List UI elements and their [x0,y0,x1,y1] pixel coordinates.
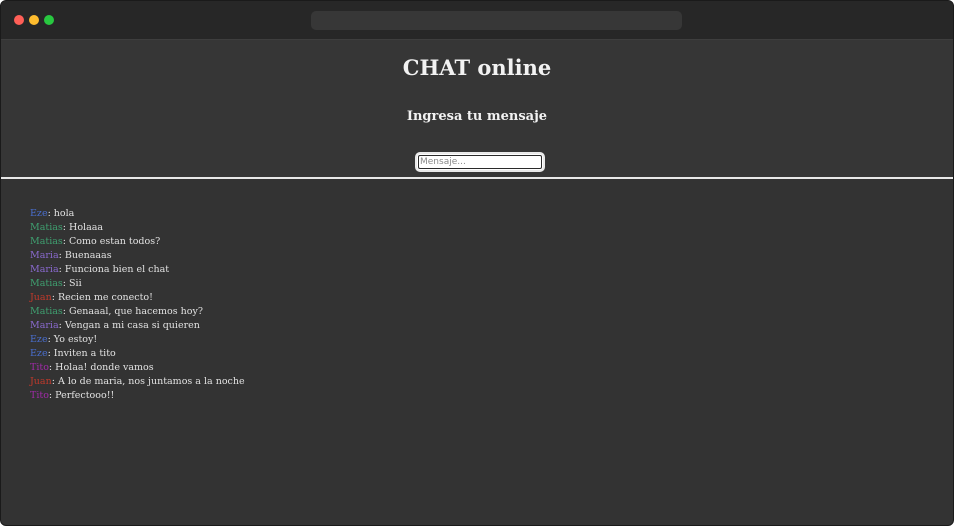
message-text: Funciona bien el chat [64,264,170,275]
chat-message: Tito: Perfectooo!! [30,389,245,403]
chat-message: Maria: Funciona bien el chat [30,263,245,277]
chat-message: Matias: Genaaal, que hacemos hoy? [30,305,245,319]
chat-message-list: Eze: hola Matias: Holaaa Matias: Como esta… [30,207,245,403]
close-window-button[interactable] [14,15,24,25]
message-username: Tito [30,362,49,373]
message-username: Maria [30,320,59,331]
chat-message: Eze: hola [30,207,245,221]
title-bar [1,1,953,40]
message-text: Perfectooo!! [55,390,115,401]
chat-message: Tito: Holaa! donde vamos [30,361,245,375]
message-text: Recien me conecto! [57,292,153,303]
input-prompt-label: Ingresa tu mensaje [406,109,548,124]
message-username: Matias [30,306,63,317]
message-username: Maria [30,264,59,275]
message-username: Matias [30,236,63,247]
message-text: Genaaal, que hacemos hoy? [69,306,203,317]
message-username: Eze [30,334,48,345]
message-text: Yo estoy! [53,334,98,345]
chat-message: Maria: Vengan a mi casa si quieren [30,319,245,333]
page-title: CHAT online [402,55,552,80]
message-text: Holaaa [69,222,104,233]
message-username: Maria [30,250,59,261]
chat-message: Juan: Recien me conecto! [30,291,245,305]
message-username: Juan [30,292,52,303]
message-username: Tito [30,390,49,401]
chat-header: CHAT online Ingresa tu mensaje [1,40,953,179]
maximize-window-button[interactable] [44,15,54,25]
chat-message: Maria: Buenaaas [30,249,245,263]
message-username: Juan [30,376,52,387]
message-text: hola [53,208,75,219]
chat-message: Eze: Yo estoy! [30,333,245,347]
message-text: Inviten a tito [53,348,116,359]
message-username: Eze [30,348,48,359]
chat-message: Matias: Como estan todos? [30,235,245,249]
message-text: Sii [69,278,82,289]
minimize-window-button[interactable] [29,15,39,25]
message-text: Vengan a mi casa si quieren [64,320,200,331]
message-text: Buenaaas [64,250,112,261]
message-username: Matias [30,278,63,289]
message-input[interactable] [415,152,545,172]
message-username: Eze [30,208,48,219]
message-username: Matias [30,222,63,233]
chat-message: Eze: Inviten a tito [30,347,245,361]
chat-message: Juan: A lo de maria, nos juntamos a la n… [30,375,245,389]
chat-message: Matias: Sii [30,277,245,291]
browser-window: CHAT online Ingresa tu mensaje Eze: hola… [0,0,954,526]
message-text: Como estan todos? [69,236,161,247]
message-text: A lo de maria, nos juntamos a la noche [57,376,245,387]
message-text: Holaa! donde vamos [55,362,154,373]
chat-message: Matias: Holaaa [30,221,245,235]
address-bar[interactable] [311,11,682,30]
